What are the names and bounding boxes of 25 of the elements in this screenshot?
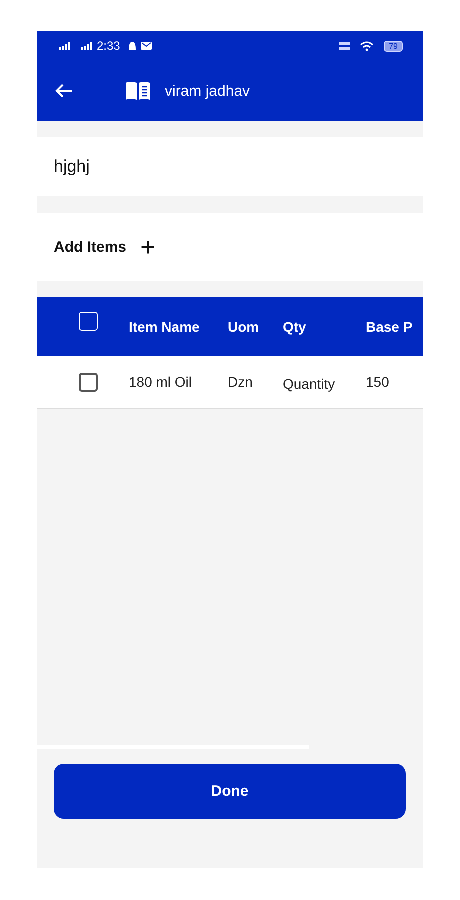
battery-level: 79 <box>384 40 403 52</box>
status-time: 2:33 <box>97 39 120 53</box>
row-checkbox[interactable] <box>79 372 98 392</box>
back-arrow-icon[interactable] <box>55 83 73 99</box>
table-cell-text: 150 <box>366 374 390 390</box>
table-cell-text: Quantity <box>283 376 336 392</box>
signal-icon <box>59 42 71 50</box>
column-header: Item Name <box>129 318 201 334</box>
name-field[interactable]: hjghj <box>37 137 423 196</box>
table-cell-text: 180 ml Oil <box>129 374 194 390</box>
volte-icon <box>339 41 350 51</box>
table-cell-text: Dzn <box>228 374 254 390</box>
mail-icon <box>141 42 152 50</box>
column-header: Qty <box>283 318 308 334</box>
select-all-checkbox[interactable] <box>79 312 98 331</box>
ghost-icon <box>128 41 138 51</box>
column-header: Base P <box>366 318 414 334</box>
done-button[interactable]: Done <box>54 764 406 819</box>
app-bar-title: viram jadhav <box>165 82 250 100</box>
add-items-label: Add Items <box>54 238 127 256</box>
book-icon <box>125 81 151 101</box>
signal-icon <box>81 42 93 50</box>
column-header: Uom <box>228 318 260 334</box>
wifi-icon <box>360 41 374 51</box>
add-button[interactable]: + <box>126 234 156 260</box>
